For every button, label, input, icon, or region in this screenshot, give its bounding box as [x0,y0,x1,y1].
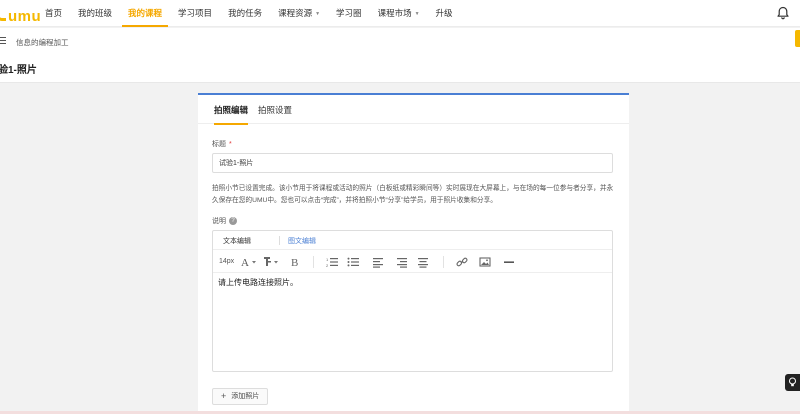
svg-text:A: A [241,257,249,268]
page-header: 信息的编程加工 验1-照片 [0,28,800,83]
tab-photo-settings[interactable]: 拍照设置 [258,104,292,124]
title-label: 标题 * [212,141,232,148]
bold-icon[interactable]: B [290,256,300,268]
main-nav: 首页 我的班级 我的课程 学习项目 我的任务 课程资源 ▼ 学习圈 课程市场 ▼ 升级 [37,0,461,27]
add-photo-label: 添加照片 [231,393,260,400]
section-description: 拍照小节已设置完成。该小节用于将课程或活动的照片（白板纸或精彩瞬间等）实时展现在… [212,185,614,204]
umu-logo[interactable]: umu [0,5,41,25]
align-left-icon[interactable] [373,256,385,268]
unordered-list-icon[interactable] [347,256,359,268]
nav-item-label: 升级 [435,8,453,18]
add-photo-button[interactable]: + 添加照片 [212,388,269,405]
ordered-list-icon[interactable]: 12 [326,256,338,268]
svg-text:B: B [291,257,298,268]
nav-item-label: 我的课程 [128,8,163,18]
toolbar-divider [313,256,314,268]
horizontal-rule-icon[interactable] [503,256,515,268]
editor-mode-tabs: 文本编辑 图文编辑 [213,231,612,250]
svg-text:2: 2 [326,263,329,268]
nav-item-label: 学习圈 [336,8,362,18]
nav-item-label: 我的班级 [78,8,113,18]
align-right-icon[interactable] [395,256,407,268]
nav-item-6[interactable]: 学习圈 [328,0,370,27]
nav-item-1[interactable]: 我的班级 [70,0,120,27]
font-size-select[interactable]: 14px [219,256,234,268]
editor-content[interactable]: 请上传电路连接照片。 [218,277,298,288]
nav-item-5[interactable]: 课程资源 ▼ [270,0,328,27]
breadcrumb[interactable]: 信息的编程加工 [16,37,69,48]
required-mark: * [229,141,232,148]
editor-tabs: 拍照编辑 拍照设置 [198,95,629,125]
caret-down-icon: ▼ [315,10,321,17]
floating-tip-button[interactable] [785,374,800,391]
page-title: 验1-照片 [0,65,37,76]
nav-item-label: 课程资源 [278,8,313,18]
font-color-icon[interactable]: A [241,256,257,268]
caret-down-icon: ▼ [414,10,420,17]
rich-text-editor: 文本编辑 图文编辑 14px A B 12 请上传电路连接照片。 [212,230,613,372]
nav-item-label: 课程市场 [377,8,412,18]
link-icon[interactable] [456,256,468,268]
image-icon[interactable] [479,256,491,268]
svg-text:1: 1 [326,257,329,262]
editor-toolbar: 14px A B 12 [213,251,612,273]
tab-rich-edit[interactable]: 图文编辑 [288,236,316,246]
nav-item-4[interactable]: 我的任务 [220,0,270,27]
photo-section-card: 拍照编辑 拍照设置 标题* 拍照小节已设置完成。该小节用于将课程或活动的照片（白… [198,93,629,414]
highlight-icon[interactable] [263,256,279,268]
top-navigation-bar: umu 首页 我的班级 我的课程 学习项目 我的任务 课程资源 ▼ 学习圈 课程市场 ▼ 升级 [0,0,800,27]
bell-icon[interactable] [776,6,790,20]
nav-item-2[interactable]: 我的课程 [120,0,170,27]
explain-label: 说明? [212,216,237,226]
nav-item-label: 我的任务 [228,8,263,18]
nav-item-7[interactable]: 课程市场 ▼ [370,0,428,27]
help-icon[interactable]: ? [229,217,237,226]
nav-item-label: 学习项目 [178,8,213,18]
plus-icon: + [221,391,227,401]
logo-mark [0,5,6,21]
lightbulb-icon [789,377,796,387]
align-center-icon[interactable] [417,256,429,268]
tab-text-edit[interactable]: 文本编辑 [223,236,251,246]
nav-item-0[interactable]: 首页 [37,0,70,27]
toolbar-divider [443,256,444,268]
nav-item-label: 首页 [45,8,63,18]
tab-photo-edit[interactable]: 拍照编辑 [214,104,249,125]
title-input[interactable] [212,153,613,173]
nav-item-8[interactable]: 升级 [428,0,461,27]
menu-icon[interactable] [0,37,6,46]
side-tab-handle[interactable] [795,30,800,47]
tab-divider [279,236,280,245]
nav-item-3[interactable]: 学习项目 [170,0,220,27]
